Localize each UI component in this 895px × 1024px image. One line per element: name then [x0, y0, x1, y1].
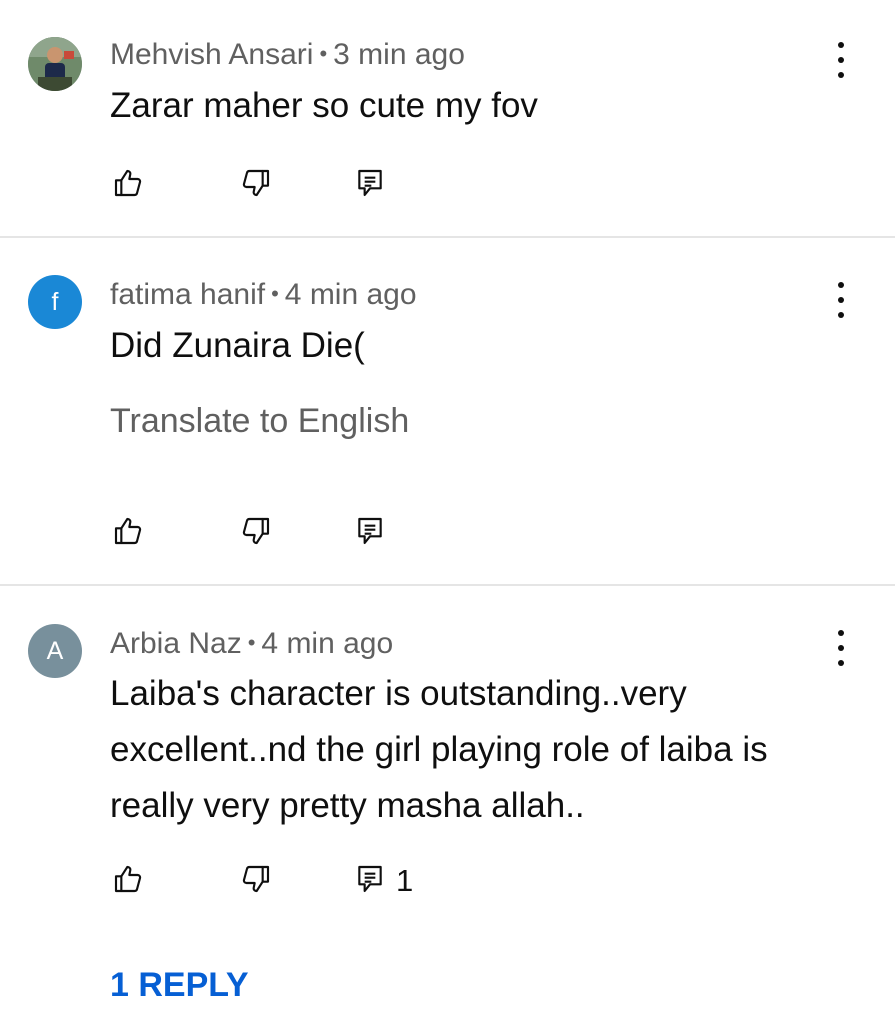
avatar-letter: A: [46, 636, 64, 665]
avatar-photo-icon: [28, 37, 82, 91]
thumbs-down-icon[interactable]: [240, 167, 272, 199]
comment-meta: fatima hanif • 4 min ago: [110, 276, 417, 313]
avatar[interactable]: [28, 37, 82, 91]
comment-text: Laiba's character is outstanding..very e…: [110, 674, 768, 825]
comment-meta: Mehvish Ansari • 3 min ago: [110, 36, 465, 73]
comment-time: 3 min ago: [333, 38, 465, 71]
more-vert-icon[interactable]: [824, 628, 858, 668]
comment-item: A Arbia Naz • 4 min ago Laiba's character …: [0, 586, 895, 1024]
thumbs-up-icon[interactable]: [112, 515, 144, 547]
view-replies-link[interactable]: 1 REPLY: [110, 964, 249, 1006]
author-name[interactable]: fatima hanif: [110, 278, 265, 311]
comment-text: Did Zunaira Die(: [110, 326, 365, 365]
thumbs-up-icon[interactable]: [112, 863, 144, 895]
comment-item: f fatima hanif • 4 min ago Did Zunaira Die…: [0, 238, 895, 584]
more-vert-icon[interactable]: [824, 280, 858, 320]
translate-button[interactable]: Translate to English: [110, 401, 409, 441]
comment-text: Zarar maher so cute my fov: [110, 86, 538, 125]
meta-separator: •: [271, 281, 279, 306]
avatar-letter: f: [51, 287, 59, 316]
author-name[interactable]: Mehvish Ansari: [110, 38, 313, 71]
thumbs-down-icon[interactable]: [240, 515, 272, 547]
avatar[interactable]: A: [28, 624, 82, 678]
author-name[interactable]: Arbia Naz: [110, 627, 242, 660]
meta-separator: •: [319, 41, 328, 66]
meta-separator: •: [247, 630, 256, 655]
comment-time: 4 min ago: [261, 627, 394, 660]
thumbs-up-icon[interactable]: [112, 167, 144, 199]
more-vert-icon[interactable]: [824, 40, 858, 80]
comment-icon[interactable]: [354, 167, 386, 199]
comment-icon[interactable]: [354, 515, 386, 547]
comment-meta: Arbia Naz • 4 min ago: [110, 625, 393, 662]
reply-count: 1: [396, 863, 414, 898]
avatar[interactable]: f: [28, 275, 82, 329]
thumbs-down-icon[interactable]: [240, 863, 272, 895]
comment-item: Mehvish Ansari • 3 min ago Zarar maher so …: [0, 0, 895, 236]
comment-icon[interactable]: [354, 863, 386, 895]
comment-time: 4 min ago: [284, 278, 417, 311]
